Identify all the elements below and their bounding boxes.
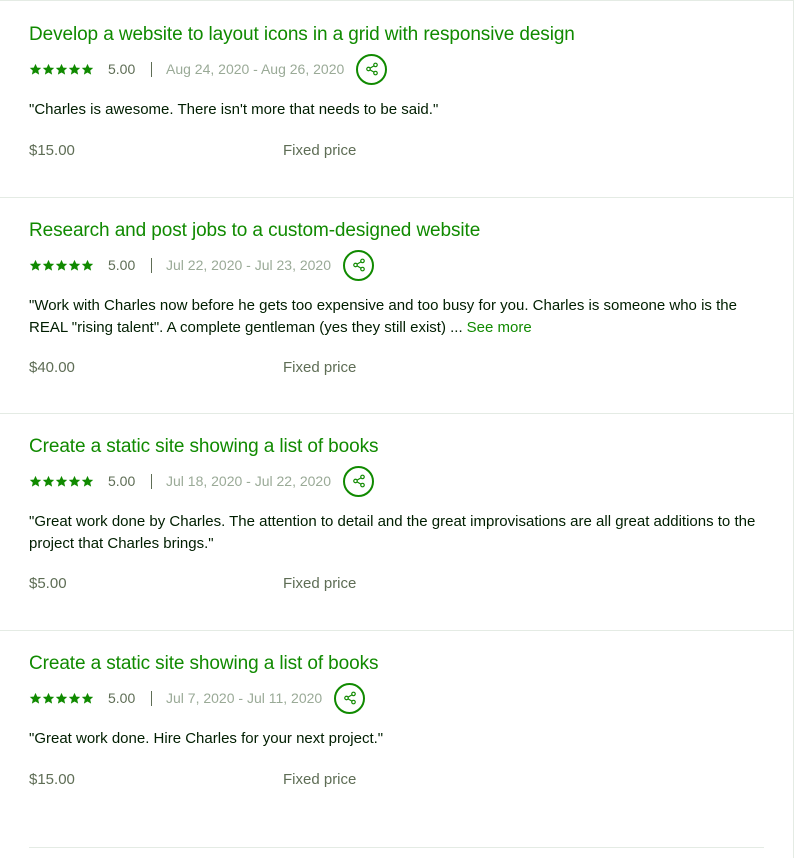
star-icon xyxy=(81,259,94,272)
price-row: $40.00 Fixed price xyxy=(29,359,763,376)
rating-score: 5.00 xyxy=(108,61,136,77)
client-feedback-text: "Work with Charles now before he gets to… xyxy=(29,297,737,336)
job-price: $40.00 xyxy=(29,359,75,376)
client-feedback: "Charles is awesome. There isn't more th… xyxy=(29,101,439,118)
job-item: Create a static site showing a list of b… xyxy=(0,414,793,631)
star-icon xyxy=(29,259,42,272)
rating-score: 5.00 xyxy=(108,690,136,706)
job-meta: 5.00 Jul 7, 2020 - Jul 11, 2020 xyxy=(29,682,763,714)
share-icon xyxy=(352,474,365,488)
share-button[interactable] xyxy=(343,249,375,281)
job-dates: Aug 24, 2020 - Aug 26, 2020 xyxy=(166,61,345,77)
job-title[interactable]: Develop a website to layout icons in a g… xyxy=(29,22,763,48)
star-icon xyxy=(55,692,68,705)
share-button[interactable] xyxy=(334,682,366,714)
share-button[interactable] xyxy=(356,53,388,85)
rating-stars xyxy=(29,692,95,705)
star-icon xyxy=(81,63,94,76)
job-meta: 5.00 Aug 24, 2020 - Aug 26, 2020 xyxy=(29,53,763,85)
price-type: Fixed price xyxy=(283,575,357,592)
star-icon xyxy=(55,63,68,76)
job-item: Create a static site showing a list of b… xyxy=(0,631,793,851)
star-icon xyxy=(29,692,42,705)
star-icon xyxy=(29,63,42,76)
client-feedback: "Great work done. Hire Charles for your … xyxy=(29,730,384,747)
star-icon xyxy=(81,692,94,705)
rating-stars xyxy=(29,63,95,76)
rating-stars xyxy=(29,475,95,488)
star-icon xyxy=(68,692,81,705)
job-item: Develop a website to layout icons in a g… xyxy=(0,1,793,198)
rating-stars xyxy=(29,259,95,272)
star-icon xyxy=(68,259,81,272)
job-dates: Jul 22, 2020 - Jul 23, 2020 xyxy=(166,257,332,273)
meta-divider xyxy=(151,690,152,706)
job-title[interactable]: Create a static site showing a list of b… xyxy=(29,651,763,677)
job-title[interactable]: Research and post jobs to a custom-desig… xyxy=(29,218,763,244)
share-button[interactable] xyxy=(343,465,375,497)
job-dates: Jul 18, 2020 - Jul 22, 2020 xyxy=(166,473,332,489)
price-row: $15.00 Fixed price xyxy=(29,142,763,159)
price-type: Fixed price xyxy=(283,771,357,788)
job-meta: 5.00 Jul 22, 2020 - Jul 23, 2020 xyxy=(29,249,763,281)
rating-score: 5.00 xyxy=(108,473,136,489)
price-row: $5.00 Fixed price xyxy=(29,575,763,592)
job-title[interactable]: Create a static site showing a list of b… xyxy=(29,434,763,460)
price-type: Fixed price xyxy=(283,359,357,376)
star-icon xyxy=(68,63,81,76)
share-icon xyxy=(352,258,365,272)
rating-score: 5.00 xyxy=(108,257,136,273)
price-type: Fixed price xyxy=(283,142,357,159)
list-bottom-divider xyxy=(29,847,764,848)
client-feedback: "Great work done by Charles. The attenti… xyxy=(29,513,756,552)
star-icon xyxy=(42,475,55,488)
job-price: $15.00 xyxy=(29,771,75,788)
star-icon xyxy=(42,63,55,76)
share-icon xyxy=(365,62,378,76)
share-icon xyxy=(343,691,356,705)
meta-divider xyxy=(151,257,152,273)
star-icon xyxy=(42,259,55,272)
star-icon xyxy=(55,475,68,488)
star-icon xyxy=(55,259,68,272)
star-icon xyxy=(42,692,55,705)
star-icon xyxy=(68,475,81,488)
see-more-link[interactable]: See more xyxy=(467,319,532,336)
star-icon xyxy=(81,475,94,488)
job-price: $15.00 xyxy=(29,142,75,159)
job-price: $5.00 xyxy=(29,575,67,592)
client-feedback: "Work with Charles now before he gets to… xyxy=(29,295,763,339)
job-dates: Jul 7, 2020 - Jul 11, 2020 xyxy=(166,690,323,706)
star-icon xyxy=(29,475,42,488)
work-history-list: Develop a website to layout icons in a g… xyxy=(0,0,794,858)
job-meta: 5.00 Jul 18, 2020 - Jul 22, 2020 xyxy=(29,465,763,497)
price-row: $15.00 Fixed price xyxy=(29,771,763,788)
meta-divider xyxy=(151,473,152,489)
job-item: Research and post jobs to a custom-desig… xyxy=(0,198,793,414)
meta-divider xyxy=(151,61,152,77)
